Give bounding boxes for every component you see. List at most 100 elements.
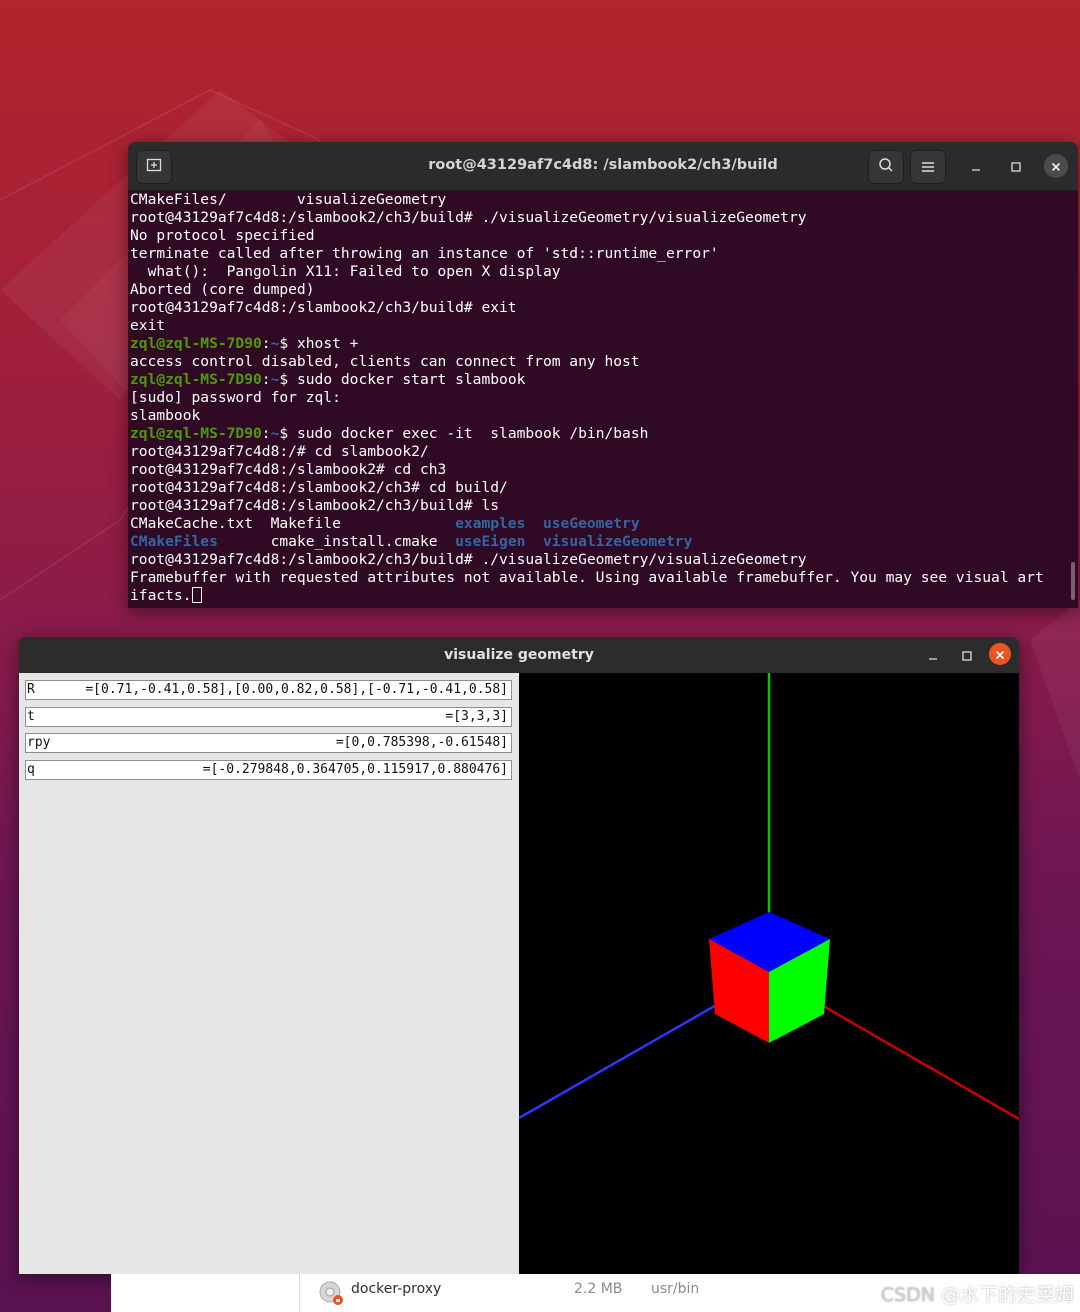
- field-value: =[0,0.785398,-0.61548]: [335, 735, 508, 750]
- field-label: rpy: [27, 735, 51, 750]
- terminal-line: root@43129af7c4d8:/slambook2/ch3/build# …: [130, 299, 1070, 317]
- hamburger-menu-icon: [921, 158, 935, 177]
- terminal-text: zql@zql-MS-7D90: [130, 335, 262, 352]
- terminal-text: Framebuffer with requested attributes no…: [130, 569, 1044, 586]
- terminal-text: root@43129af7c4d8:/slambook2/ch3/build# …: [130, 551, 807, 568]
- maximize-icon: [1011, 157, 1021, 176]
- terminal-text: :: [261, 425, 271, 442]
- watermark-author: @水下的史莱姆: [934, 1284, 1074, 1306]
- terminal-text: CMakeFiles: [130, 533, 218, 550]
- process-name: docker-proxy: [351, 1281, 442, 1297]
- terminal-line: exit: [130, 317, 1070, 335]
- terminal-line: Aborted (core dumped): [130, 281, 1070, 299]
- terminal-text: visualizeGeometry: [542, 533, 693, 550]
- field-R[interactable]: R =[0.71,-0.41,0.58],[0.00,0.82,0.58],[-…: [25, 680, 512, 700]
- terminal-text: zql@zql-MS-7D90: [130, 371, 262, 388]
- field-rpy[interactable]: rpy =[0,0.785398,-0.61548]: [25, 733, 512, 753]
- watermark-csdn: CSDN: [880, 1284, 935, 1306]
- terminal-text: CMakeFiles/ visualizeGeometry: [130, 191, 447, 208]
- terminal-line: Framebuffer with requested attributes no…: [130, 569, 1070, 587]
- close-button[interactable]: [1044, 154, 1068, 178]
- terminal-line: slambook: [130, 407, 1070, 425]
- terminal-text: access control disabled, clients can con…: [130, 353, 640, 370]
- terminal-text: root@43129af7c4d8:/slambook2/ch3# cd bui…: [130, 479, 508, 496]
- field-label: q: [27, 762, 35, 777]
- terminal-text: slambook: [130, 407, 201, 424]
- terminal-output[interactable]: CMakeFiles/ visualizeGeometry root@43129a…: [130, 191, 1070, 608]
- search-icon: [878, 157, 894, 177]
- menu-button[interactable]: [910, 150, 946, 184]
- 3d-view[interactable]: [518, 673, 1019, 1274]
- terminal-text: $ xhost +: [279, 335, 359, 352]
- terminal-text: root@43129af7c4d8:/slambook2/ch3/build# …: [130, 209, 807, 226]
- visualize-geometry-window[interactable]: visualize geometry R =[0.71,-0.41,0.58],…: [19, 637, 1019, 1274]
- minimize-button[interactable]: [964, 154, 988, 178]
- viz-titlebar[interactable]: visualize geometry: [19, 637, 1019, 673]
- process-memory: 2.2 MB: [574, 1281, 623, 1297]
- maximize-button[interactable]: [1004, 154, 1028, 178]
- terminal-line: access control disabled, clients can con…: [130, 353, 1070, 371]
- terminal-titlebar[interactable]: root@43129af7c4d8: /slambook2/ch3/build: [128, 142, 1078, 191]
- row-divider: [299, 1274, 300, 1312]
- process-path: usr/bin: [651, 1281, 700, 1297]
- minimize-icon: [971, 157, 981, 176]
- field-label: t: [27, 709, 35, 724]
- terminal-cursor: [191, 587, 202, 603]
- terminal-text: what(): Pangolin X11: Failed to open X d…: [130, 263, 561, 280]
- terminal-text: [sudo] password for zql:: [130, 389, 341, 406]
- terminal-text: cmake_install.cmake: [217, 533, 456, 550]
- x-axis-line: [798, 990, 1019, 1121]
- terminal-text: root@43129af7c4d8:/slambook2/ch3/build# …: [130, 299, 517, 316]
- terminal-line: CMakeCache.txt Makefile examples useGeom…: [130, 515, 1070, 533]
- terminal-text: useGeometry: [542, 515, 640, 532]
- watermark: CSDN @水下的史莱姆: [881, 1280, 1074, 1307]
- terminal-line: zql@zql-MS-7D90:~$ sudo docker exec -it …: [130, 425, 1070, 443]
- terminal-line: root@43129af7c4d8:/slambook2/ch3# cd bui…: [130, 479, 1070, 497]
- terminal-text: useEigen: [455, 533, 526, 550]
- terminal-text: CMakeCache.txt Makefile: [130, 515, 456, 532]
- terminal-scrollbar[interactable]: [1071, 562, 1075, 600]
- terminal-line: CMakeFiles cmake_install.cmake useEigen …: [130, 533, 1070, 551]
- terminal-text: No protocol specified: [130, 227, 315, 244]
- field-q[interactable]: q =[-0.279848,0.364705,0.115917,0.880476…: [25, 760, 512, 780]
- terminal-text: zql@zql-MS-7D90: [130, 425, 262, 442]
- field-value: =[-0.279848,0.364705,0.115917,0.880476]: [202, 762, 508, 777]
- terminal-text: root@43129af7c4d8:/slambook2# cd ch3: [130, 461, 447, 478]
- terminal-line: root@43129af7c4d8:/slambook2/ch3/build# …: [130, 497, 1070, 515]
- z-axis-line: [518, 990, 740, 1120]
- app-icon: [317, 1279, 345, 1311]
- field-label: R: [27, 682, 35, 697]
- field-value: =[0.71,-0.41,0.58],[0.00,0.82,0.58],[-0.…: [85, 682, 508, 697]
- terminal-text: :: [261, 371, 271, 388]
- terminal-line: root@43129af7c4d8:/# cd slambook2/: [130, 443, 1070, 461]
- terminal-text: examples: [455, 515, 526, 532]
- field-t[interactable]: t =[3,3,3]: [25, 707, 512, 727]
- terminal-line: zql@zql-MS-7D90:~$ sudo docker start sla…: [130, 371, 1070, 389]
- close-icon: [995, 645, 1005, 664]
- terminal-window[interactable]: root@43129af7c4d8: /slambook2/ch3/build …: [128, 142, 1078, 608]
- viz-close-button[interactable]: [989, 643, 1011, 665]
- terminal-text: root@43129af7c4d8:/slambook2/ch3/build# …: [130, 497, 500, 514]
- search-button[interactable]: [868, 150, 904, 184]
- minimize-icon: [928, 646, 938, 665]
- terminal-line: zql@zql-MS-7D90:~$ xhost +: [130, 335, 1070, 353]
- viz-maximize-button[interactable]: [955, 643, 979, 667]
- terminal-line: CMakeFiles/ visualizeGeometry: [130, 191, 1070, 209]
- terminal-text: terminate called after throwing an insta…: [130, 245, 719, 262]
- terminal-line: No protocol specified: [130, 227, 1070, 245]
- viz-minimize-button[interactable]: [921, 643, 945, 667]
- terminal-text: root@43129af7c4d8:/# cd slambook2/: [130, 443, 429, 460]
- terminal-line: root@43129af7c4d8:/slambook2/ch3/build# …: [130, 551, 1070, 569]
- terminal-line: root@43129af7c4d8:/slambook2# cd ch3: [130, 461, 1070, 479]
- terminal-text: $ sudo docker exec -it slambook /bin/bas…: [279, 425, 649, 442]
- terminal-text: Aborted (core dumped): [130, 281, 315, 298]
- maximize-icon: [962, 646, 972, 665]
- variable-panel: R =[0.71,-0.41,0.58],[0.00,0.82,0.58],[-…: [19, 673, 519, 1274]
- viz-title: visualize geometry: [444, 647, 594, 663]
- close-icon: [1051, 157, 1061, 176]
- terminal-text: ifacts.: [130, 587, 192, 604]
- terminal-line: [sudo] password for zql:: [130, 389, 1070, 407]
- terminal-line: ifacts.: [130, 587, 1070, 605]
- terminal-text: exit: [130, 317, 166, 334]
